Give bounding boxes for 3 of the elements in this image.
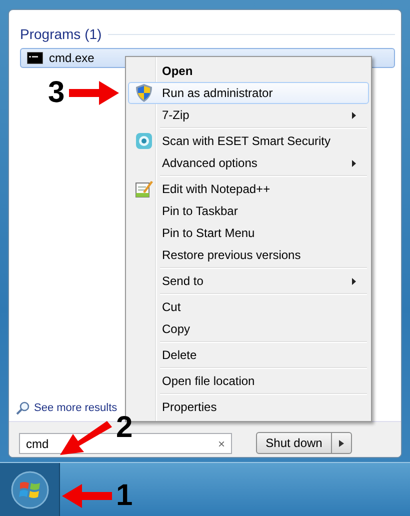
- step-number: 1: [116, 481, 133, 511]
- section-header: Programs (1): [20, 26, 102, 42]
- step-number: 3: [48, 78, 65, 108]
